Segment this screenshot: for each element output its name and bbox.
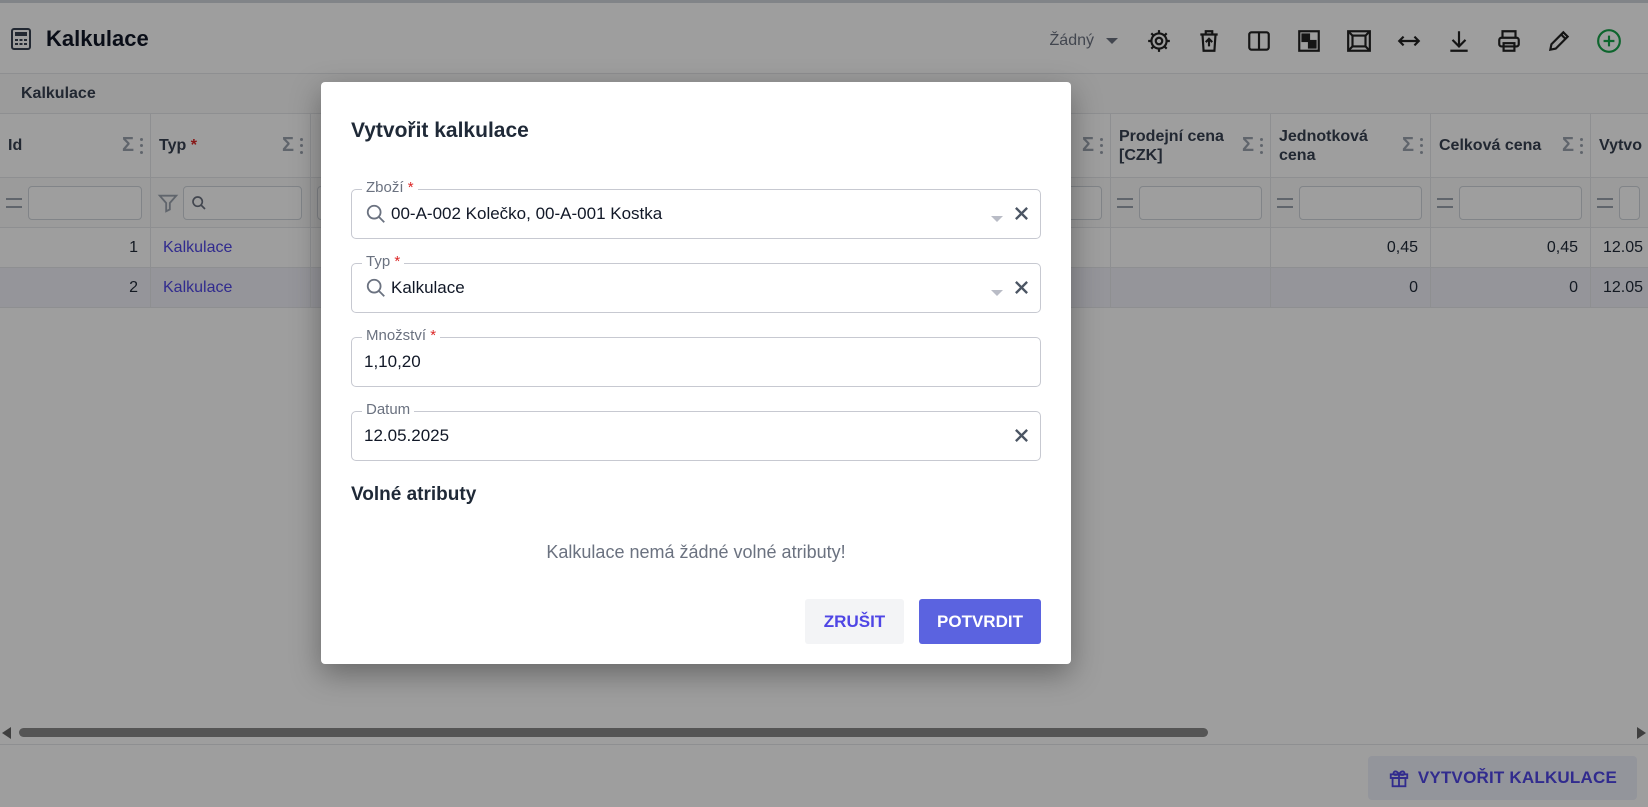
goods-field-label: Zboží * <box>362 179 418 196</box>
type-field-value: Kalkulace <box>391 278 465 297</box>
create-calculation-dialog: Vytvořit kalkulace Zboží * 00-A-002 Kole… <box>321 82 1071 664</box>
goods-field-value: 00-A-002 Kolečko, 00-A-001 Kostka <box>391 204 663 223</box>
dialog-title: Vytvořit kalkulace <box>351 119 529 142</box>
date-field-label: Datum <box>362 401 415 418</box>
type-field[interactable]: Typ * Kalkulace <box>351 253 1041 313</box>
close-icon <box>1014 280 1028 294</box>
clear-type-button[interactable] <box>1010 276 1032 298</box>
clear-date-button[interactable] <box>1010 424 1032 446</box>
cancel-button[interactable]: ZRUŠIT <box>805 599 904 644</box>
clear-goods-button[interactable] <box>1010 202 1032 224</box>
quantity-field[interactable]: Množství * 1,10,20 <box>351 327 1041 387</box>
date-field-value: 12.05.2025 <box>364 426 450 445</box>
confirm-button[interactable]: POTVRDIT <box>919 599 1041 644</box>
search-icon <box>366 204 385 223</box>
search-icon <box>366 278 385 297</box>
close-icon <box>1014 428 1028 442</box>
goods-field[interactable]: Zboží * 00-A-002 Kolečko, 00-A-001 Kostk… <box>351 179 1041 239</box>
date-field[interactable]: Datum 12.05.2025 <box>351 401 1041 461</box>
close-icon <box>1014 206 1028 220</box>
quantity-field-value: 1,10,20 <box>364 352 421 371</box>
chevron-down-icon[interactable] <box>991 290 1003 296</box>
chevron-down-icon[interactable] <box>991 216 1003 222</box>
type-field-label: Typ * <box>362 253 405 270</box>
free-attributes-title: Volné atributy <box>351 484 477 505</box>
quantity-field-label: Množství * <box>362 327 441 344</box>
free-attributes-empty-message: Kalkulace nemá žádné volné atributy! <box>546 542 846 562</box>
